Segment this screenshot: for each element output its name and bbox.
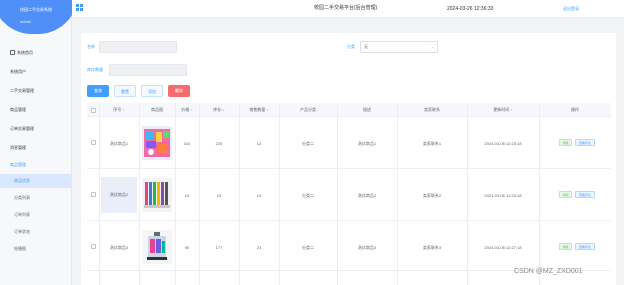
detail-button[interactable]: 详情 <box>559 243 572 250</box>
row-price: 10 <box>184 193 190 198</box>
col-actions: 操作 <box>571 107 579 112</box>
row-description: 测试商品1 <box>357 141 377 146</box>
table-row: 测试商品1 310 220 13 分类二 测试商品1 卖家联系1 2024-03… <box>87 117 611 169</box>
sidebar-item-carousel[interactable]: 轮播图 <box>0 242 72 256</box>
sidebar-item-goods-info[interactable]: 商品信息 <box>0 174 72 188</box>
row-price: 310 <box>183 141 191 146</box>
row-description: 测试商品3 <box>357 245 377 250</box>
home-icon <box>10 50 15 55</box>
row-checkbox[interactable] <box>91 192 96 197</box>
page-title: 校园二手交易平台(后台管理) <box>314 5 378 11</box>
row-updated: 2024-03-06 12:27:18 <box>484 245 522 250</box>
sidebar-item-messages[interactable]: 消息管理 <box>0 141 72 155</box>
row-sales: 23 <box>256 245 262 250</box>
row-updated: 2024-03-06 12:23:18 <box>484 193 522 198</box>
menu-toggle-icon[interactable] <box>76 4 83 11</box>
row-sales: 13 <box>256 141 262 146</box>
row-category: 分类二 <box>302 141 314 146</box>
row-stock: 177 <box>215 245 223 250</box>
category-select[interactable]: 无 ⌄ <box>360 41 438 53</box>
table-header: 序号⇅ 商品图 价格⇅ 库存⇅ 销售数量⇅ 产品分类 描述 卖家联系 更新时间⇅… <box>87 103 611 117</box>
column-divider <box>199 103 200 285</box>
sidebar: 校园二手交易系统 admin 系统首页 系统用户 二手交易管理 商品管理 订单交… <box>0 0 78 285</box>
column-divider <box>539 103 540 285</box>
col-image: 商品图 <box>151 107 163 112</box>
row-name: 测试商品2 <box>101 177 137 213</box>
row-price: 90 <box>184 245 190 250</box>
col-sales[interactable]: 销售数量⇅ <box>239 103 279 117</box>
row-contact: 卖家联系1 <box>422 141 442 146</box>
user-label: admin <box>20 19 31 24</box>
row-stock: 220 <box>215 141 223 146</box>
col-contact: 卖家联系 <box>424 107 440 112</box>
watermark-text: CSDN @MZ_ZXD001 <box>514 268 583 275</box>
main-panel: 名称 分类 无 ⌄ 库存数量 查询 重置 添加 删除 序号⇅ 商品图 价格⇅ 库存… <box>81 33 616 285</box>
sidebar-header <box>0 0 78 34</box>
column-divider <box>337 103 338 285</box>
app-title: 校园二手交易系统 <box>20 7 52 12</box>
reset-button[interactable]: 重置 <box>114 85 136 97</box>
column-divider <box>467 103 468 285</box>
category-filter-label: 分类 <box>347 44 355 49</box>
sidebar-item-goods-group[interactable]: 商品管理 <box>0 158 72 172</box>
column-divider <box>139 103 140 285</box>
delete-button[interactable]: 删除 <box>168 85 190 97</box>
column-divider <box>279 103 280 285</box>
row-checkbox[interactable] <box>91 140 96 145</box>
goods-thumbnail <box>142 230 172 264</box>
sidebar-item-home[interactable]: 系统首页 <box>0 46 72 60</box>
name-filter-input[interactable] <box>99 41 177 53</box>
column-divider <box>397 103 398 285</box>
row-contact: 卖家联系3 <box>422 245 442 250</box>
chevron-down-icon: ⌄ <box>430 44 434 49</box>
stock-filter-label: 库存数量 <box>87 67 103 72</box>
sidebar-item-users[interactable]: 系统用户 <box>0 65 72 79</box>
view-comments-button[interactable]: 查看评论 <box>575 191 595 198</box>
column-divider <box>239 103 240 285</box>
sidebar-item-categories[interactable]: 分类列表 <box>0 191 72 205</box>
goods-thumbnail <box>142 126 172 160</box>
sidebar-item-order-status[interactable]: 订单状态 <box>0 225 72 239</box>
top-header: 校园二手交易平台(后台管理) 2024-03-26 12:36:33 退出登录 <box>72 0 624 18</box>
col-category: 产品分类 <box>300 107 316 112</box>
row-sales: 13 <box>256 193 262 198</box>
col-stock[interactable]: 库存⇅ <box>199 103 239 117</box>
detail-button[interactable]: 详情 <box>559 139 572 146</box>
sidebar-item-order-list[interactable]: 订单列表 <box>0 208 72 222</box>
row-category: 分类二 <box>302 245 314 250</box>
row-name: 测试商品3 <box>109 245 129 250</box>
table-row: 测试商品3 90 177 23 分类二 测试商品3 卖家联系3 2024-03-… <box>87 221 611 271</box>
view-comments-button[interactable]: 查看评论 <box>575 243 595 250</box>
col-index[interactable]: 序号⇅ <box>99 103 139 117</box>
logout-link[interactable]: 退出登录 <box>563 6 579 12</box>
view-comments-button[interactable]: 查看评论 <box>575 139 595 146</box>
table-row: 测试商品2 10 23 13 分类二 测试商品2 卖家联系2 2024-03-0… <box>87 169 611 221</box>
sidebar-item-goods[interactable]: 商品管理 <box>0 103 72 117</box>
row-name: 测试商品1 <box>109 141 129 146</box>
name-filter-label: 名称 <box>87 44 95 49</box>
stock-filter-input[interactable] <box>109 64 187 76</box>
sidebar-item-orders[interactable]: 订单交易管理 <box>0 122 72 136</box>
datetime-display: 2024-03-26 12:36:33 <box>447 6 494 12</box>
add-button[interactable]: 添加 <box>141 85 163 97</box>
sidebar-item-trade[interactable]: 二手交易管理 <box>0 84 72 98</box>
search-button[interactable]: 查询 <box>87 85 109 97</box>
column-divider <box>99 103 100 285</box>
row-stock: 23 <box>216 193 222 198</box>
row-contact: 卖家联系2 <box>422 193 442 198</box>
goods-thumbnail <box>142 178 172 212</box>
row-category: 分类二 <box>302 193 314 198</box>
col-description: 描述 <box>363 107 371 112</box>
row-updated: 2024-03-06 12:23:18 <box>484 141 522 146</box>
col-updated[interactable]: 更新时间⇅ <box>467 103 539 117</box>
col-price[interactable]: 价格⇅ <box>175 103 199 117</box>
column-divider <box>175 103 176 285</box>
detail-button[interactable]: 详情 <box>559 191 572 198</box>
row-checkbox[interactable] <box>91 244 96 249</box>
row-description: 测试商品2 <box>357 193 377 198</box>
select-all-checkbox[interactable] <box>91 108 96 113</box>
